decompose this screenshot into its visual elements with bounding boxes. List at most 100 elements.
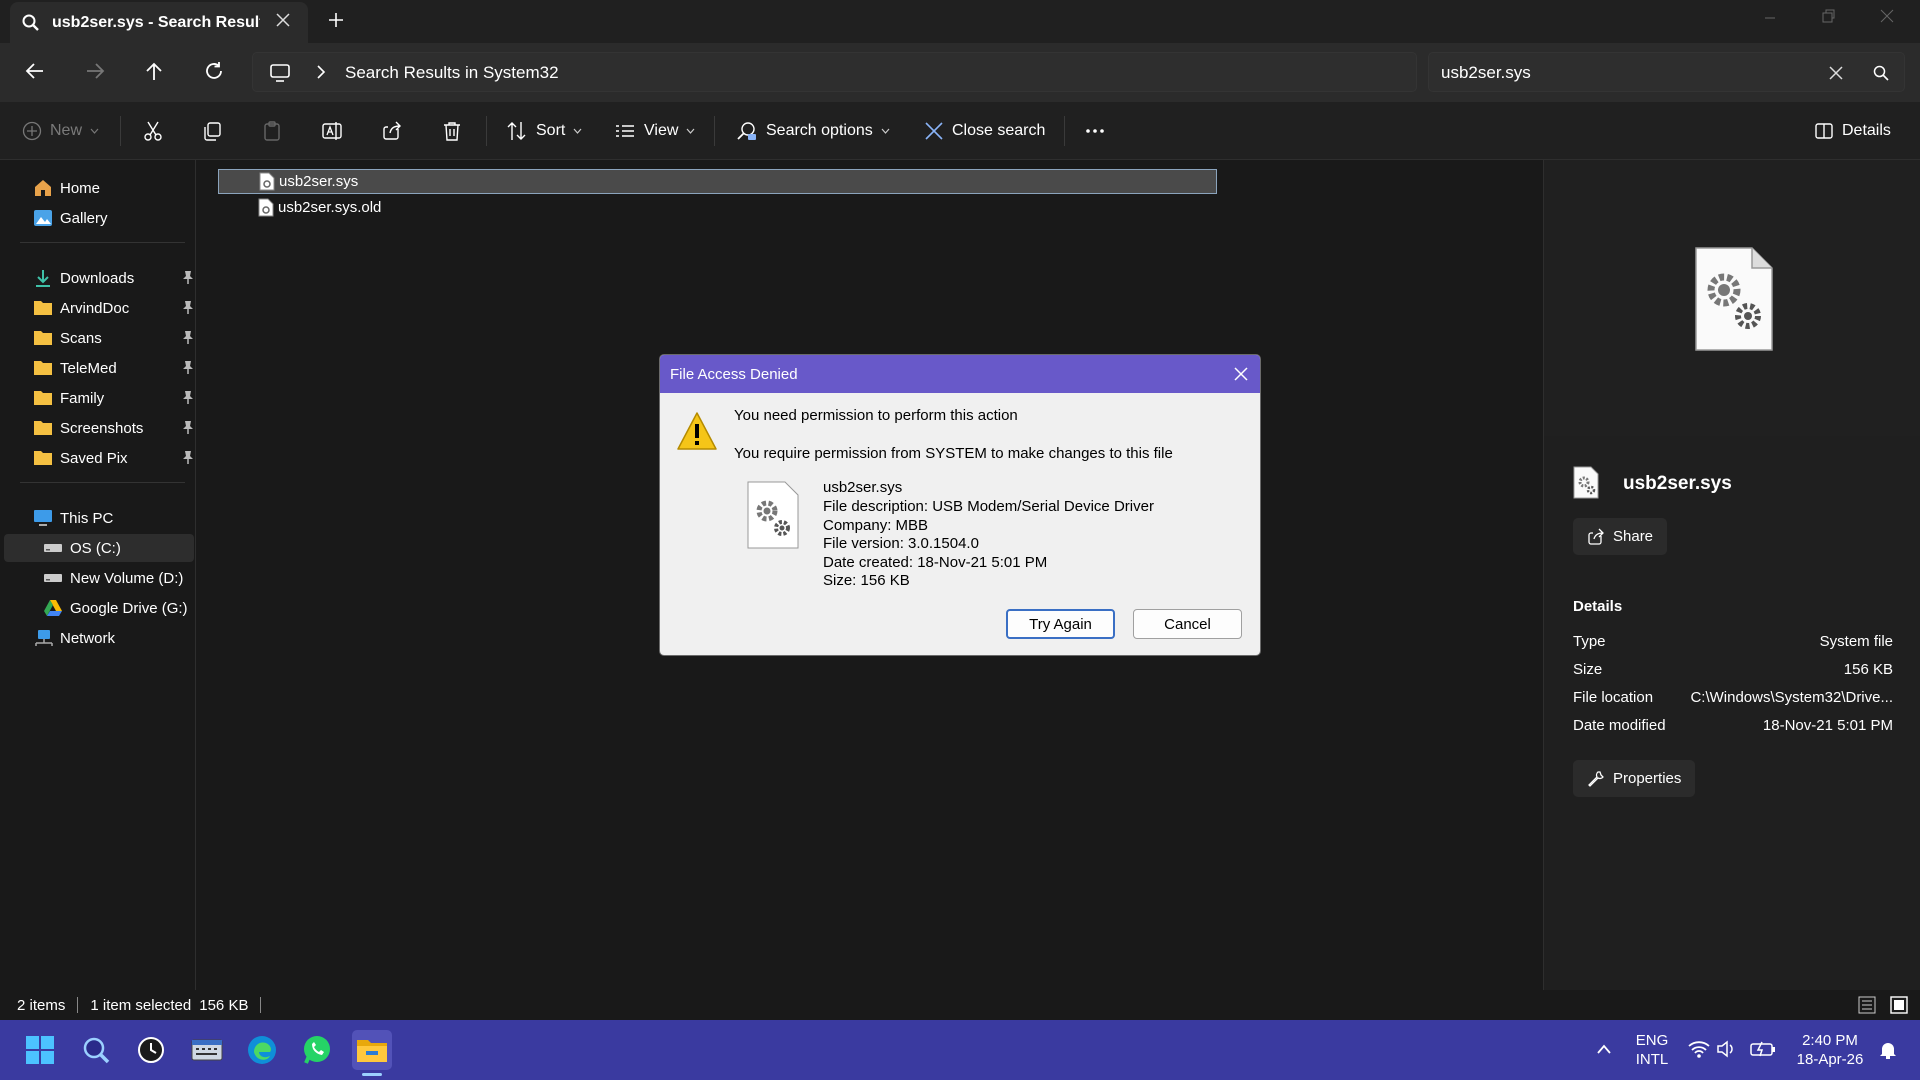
sidebar-item-os-c[interactable]: OS (C:) xyxy=(4,534,194,562)
sort-icon xyxy=(506,120,528,142)
pin-icon[interactable] xyxy=(182,300,194,314)
chevron-up-icon[interactable] xyxy=(1596,1042,1612,1056)
details-pane-button[interactable]: Details xyxy=(1814,102,1891,160)
taskbar-search-button[interactable] xyxy=(76,1030,116,1070)
address-bar[interactable]: Search Results in System32 xyxy=(252,52,1417,92)
file-row[interactable]: usb2ser.sys.old xyxy=(218,195,1217,220)
file-row[interactable]: usb2ser.sys xyxy=(218,169,1217,194)
sidebar-item-gallery[interactable]: Gallery xyxy=(4,204,194,232)
new-tab-icon[interactable] xyxy=(328,12,344,28)
battery-icon[interactable] xyxy=(1750,1041,1776,1057)
sidebar-item-scans[interactable]: Scans xyxy=(4,324,194,352)
delete-button[interactable] xyxy=(441,102,463,160)
sidebar-item-family[interactable]: Family xyxy=(4,384,194,412)
taskbar-whatsapp[interactable] xyxy=(297,1030,337,1070)
up-icon[interactable] xyxy=(143,60,165,82)
close-window-icon[interactable] xyxy=(1877,6,1897,26)
search-options-button[interactable]: Search options xyxy=(736,102,890,160)
file-access-denied-dialog: File Access Denied You need permission t… xyxy=(659,354,1261,656)
start-button[interactable] xyxy=(20,1030,60,1070)
sidebar-item-screenshots[interactable]: Screenshots xyxy=(4,414,194,442)
properties-label: Properties xyxy=(1613,770,1682,787)
share-button[interactable]: Share xyxy=(1573,518,1668,555)
tiles-view-icon[interactable] xyxy=(1890,996,1908,1014)
wifi-icon[interactable] xyxy=(1688,1040,1710,1058)
sidebar-item-label: This PC xyxy=(60,509,114,527)
properties-button[interactable]: Properties xyxy=(1573,760,1696,797)
sidebar-item-saved-pix[interactable]: Saved Pix xyxy=(4,444,194,472)
sort-button[interactable]: Sort xyxy=(506,102,582,160)
sidebar-item-google-drive-g[interactable]: Google Drive (G:) xyxy=(4,594,194,622)
status-divider xyxy=(77,997,79,1013)
sidebar-item-network[interactable]: Network xyxy=(4,624,194,652)
search-submit-icon[interactable] xyxy=(1873,65,1889,81)
sidebar-item-home[interactable]: Home xyxy=(4,174,194,202)
pin-icon[interactable] xyxy=(182,360,194,374)
dialog-file-description: File description: USB Modem/Serial Devic… xyxy=(823,498,1154,515)
search-input[interactable]: usb2ser.sys xyxy=(1441,63,1531,83)
date: 18-Apr-26 xyxy=(1796,1051,1864,1068)
rename-button[interactable] xyxy=(321,102,343,160)
folder-icon xyxy=(32,357,54,379)
minimize-icon[interactable] xyxy=(1760,6,1780,26)
sidebar-item-telemed[interactable]: TeleMed xyxy=(4,354,194,382)
dialog-file-name: usb2ser.sys xyxy=(823,479,903,496)
dialog-size: Size: 156 KB xyxy=(823,572,910,589)
system-file-large-icon xyxy=(1694,246,1774,352)
sidebar-item-this-pc[interactable]: This PC xyxy=(4,504,194,532)
keyboard-icon xyxy=(191,1037,223,1063)
cancel-button[interactable]: Cancel xyxy=(1133,609,1242,639)
search-options-label: Search options xyxy=(766,122,873,139)
system-file-icon xyxy=(259,172,275,191)
chevron-right-icon[interactable] xyxy=(315,65,327,79)
monitor-icon xyxy=(269,62,291,84)
download-icon xyxy=(32,267,54,289)
taskbar-file-explorer[interactable] xyxy=(352,1030,392,1070)
sidebar-item-arvinddoc[interactable]: ArvindDoc xyxy=(4,294,194,322)
list-view-icon xyxy=(614,120,636,142)
try-again-button[interactable]: Try Again xyxy=(1006,609,1115,639)
new-button[interactable]: New xyxy=(22,102,99,160)
taskbar-clock-app[interactable] xyxy=(131,1030,171,1070)
selection-count: 1 item selected xyxy=(90,996,192,1014)
pin-icon[interactable] xyxy=(182,270,194,284)
details-view-icon[interactable] xyxy=(1858,996,1876,1014)
forward-icon[interactable] xyxy=(84,60,106,82)
pin-icon[interactable] xyxy=(182,390,194,404)
paste-button[interactable] xyxy=(261,102,283,160)
close-tab-icon[interactable] xyxy=(276,13,290,27)
warning-icon xyxy=(676,411,718,451)
details-label: Details xyxy=(1842,122,1891,139)
dialog-close-icon[interactable] xyxy=(1234,367,1248,381)
restore-icon[interactable] xyxy=(1818,6,1838,26)
volume-icon[interactable] xyxy=(1716,1040,1736,1058)
language-indicator[interactable]: ENG INTL xyxy=(1634,1031,1670,1069)
browser-tab[interactable]: usb2ser.sys - Search Results in System32 xyxy=(10,2,308,43)
search-box[interactable]: usb2ser.sys xyxy=(1428,52,1905,92)
copy-button[interactable] xyxy=(201,102,223,160)
detail-value: 156 KB xyxy=(1843,661,1893,678)
clear-search-icon[interactable] xyxy=(1829,66,1843,80)
folder-icon xyxy=(32,447,54,469)
pin-icon[interactable] xyxy=(182,450,194,464)
system-file-icon xyxy=(747,481,799,549)
share-button[interactable] xyxy=(381,102,403,160)
notification-icon[interactable] xyxy=(1878,1040,1898,1060)
cut-button[interactable] xyxy=(142,102,164,160)
taskbar-edge-browser[interactable] xyxy=(242,1030,282,1070)
sidebar-item-label: TeleMed xyxy=(60,359,117,377)
search-options-icon xyxy=(736,120,758,142)
taskbar-keyboard-app[interactable] xyxy=(187,1030,227,1070)
pin-icon[interactable] xyxy=(182,330,194,344)
pin-icon[interactable] xyxy=(182,420,194,434)
back-icon[interactable] xyxy=(24,60,46,82)
sidebar-item-new-volume-d[interactable]: New Volume (D:) xyxy=(4,564,194,592)
more-options-button[interactable] xyxy=(1084,102,1106,160)
file-name: usb2ser.sys.old xyxy=(278,199,382,216)
close-search-button[interactable]: Close search xyxy=(924,102,1045,160)
sidebar-item-downloads[interactable]: Downloads xyxy=(4,264,194,292)
clock[interactable]: 2:40 PM 18-Apr-26 xyxy=(1786,1031,1874,1069)
view-button[interactable]: View xyxy=(614,102,695,160)
time: 2:40 PM xyxy=(1802,1032,1858,1049)
refresh-icon[interactable] xyxy=(203,60,225,82)
